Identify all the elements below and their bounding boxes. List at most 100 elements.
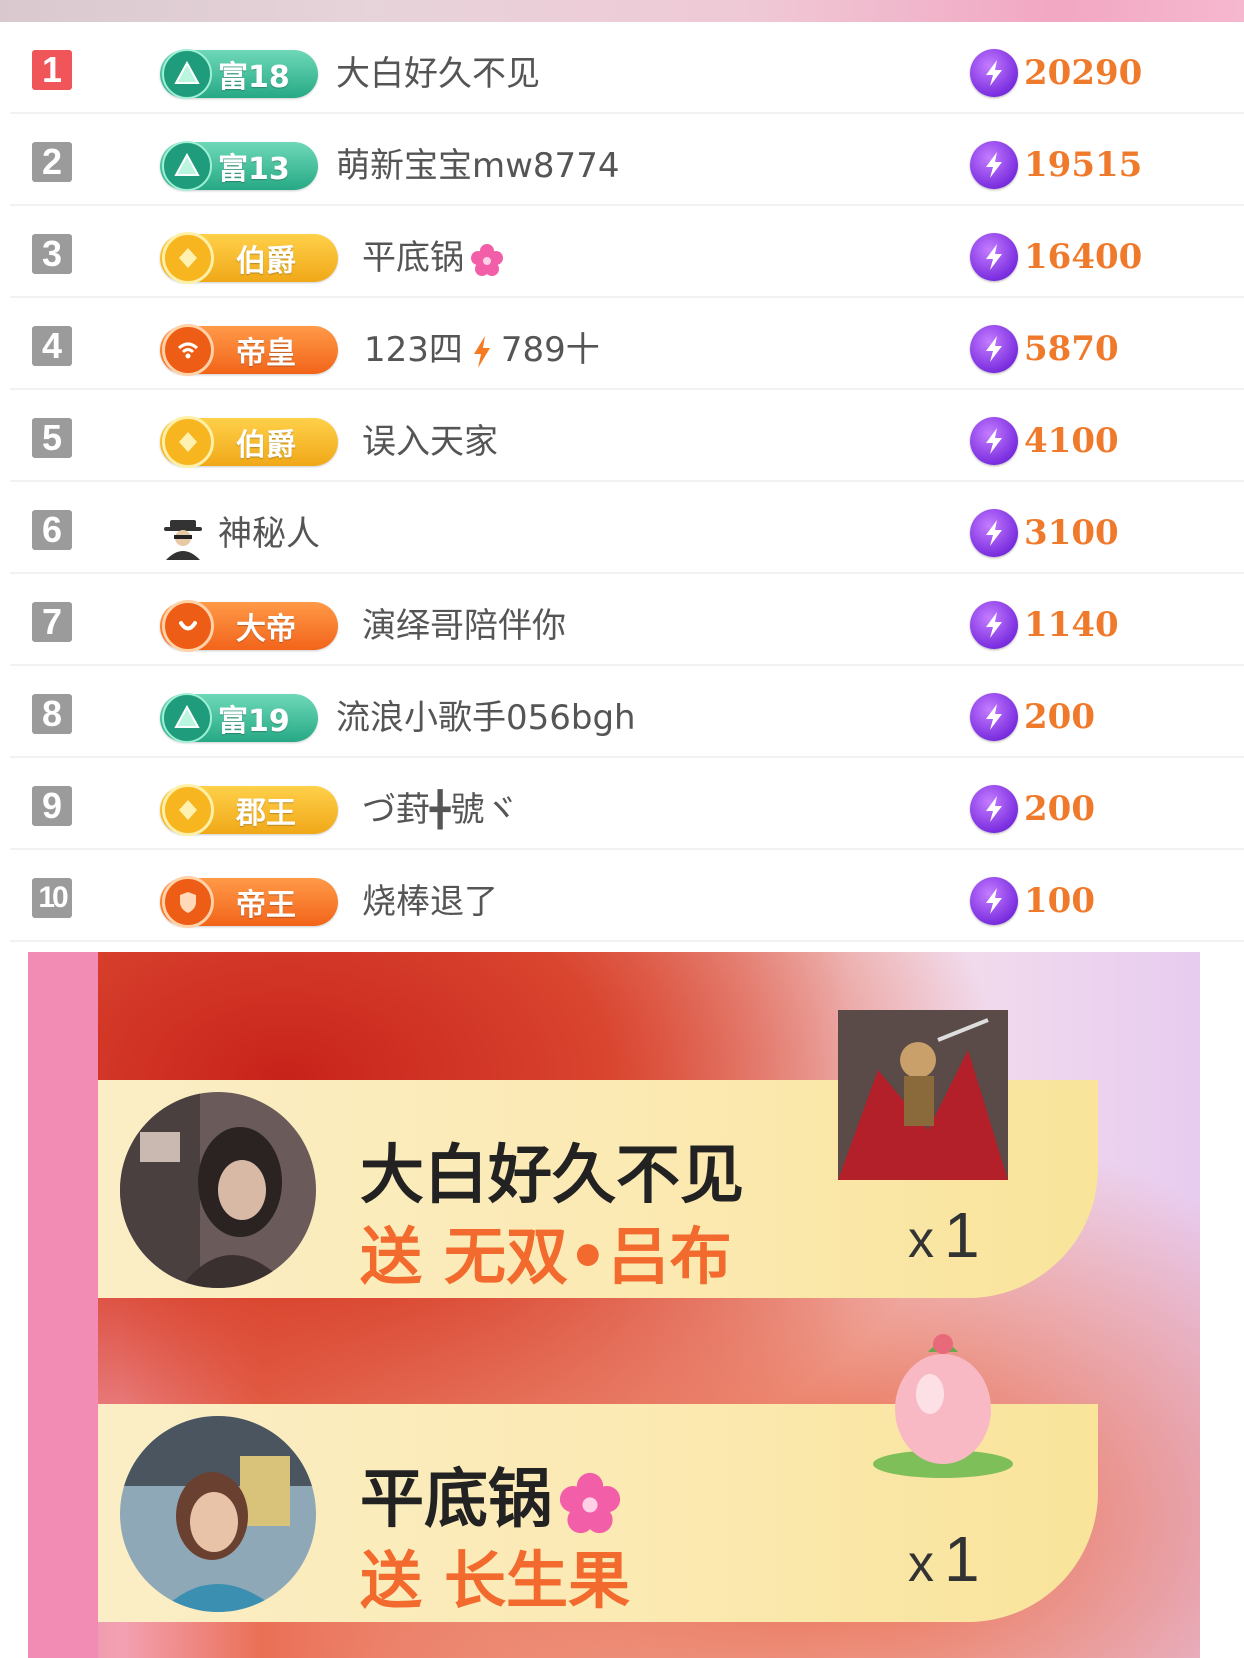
lubu-warrior-icon [838, 1010, 1008, 1180]
noble-badge: 伯爵 [160, 416, 338, 468]
rank-number: 7 [32, 602, 72, 642]
triangle-icon [162, 693, 212, 743]
badge-label: 伯爵 [236, 428, 296, 463]
count-value: 1 [944, 1199, 980, 1271]
top-decor-strip [0, 0, 1244, 22]
wealth-level-badge: 富18 [160, 49, 318, 99]
rank-number: 6 [32, 510, 72, 550]
user-name-part: 123四 [364, 330, 463, 370]
gift-count: x1 [908, 1522, 980, 1596]
leaderboard-row[interactable]: 8 富19 流浪小歌手056bgh 200 [10, 666, 1244, 758]
user-name[interactable]: 萌新宝宝mw8774 [336, 142, 619, 190]
count-value: 1 [944, 1523, 980, 1595]
score-value: 16400 [1024, 237, 1143, 277]
score-value: 4100 [1024, 421, 1119, 461]
wealth-level-badge: 富13 [160, 141, 318, 191]
lightning-coin-icon [970, 325, 1018, 373]
badge-label: 富13 [218, 152, 290, 187]
leaderboard-row[interactable]: 3 伯爵 平底锅 16400 [10, 206, 1244, 298]
wifi-icon [162, 324, 214, 376]
user-name[interactable]: 平底锅 [362, 234, 504, 282]
badge-label: 帝王 [236, 888, 296, 923]
leaderboard-row[interactable]: 7 大帝 演绎哥陪伴你 1140 [10, 574, 1244, 666]
gift-notification[interactable]: 平底锅 送长生果 x1 [98, 1334, 1098, 1622]
gem-icon [162, 784, 214, 836]
score: 4100 [970, 416, 1119, 466]
score-value: 3100 [1024, 513, 1119, 553]
score: 200 [970, 692, 1095, 742]
lightning-coin-icon [970, 601, 1018, 649]
rank-number: 10 [32, 878, 72, 918]
gift-name: 长生果 [444, 1544, 631, 1617]
score: 3100 [970, 508, 1119, 558]
smile-icon [162, 600, 214, 652]
score-value: 20290 [1024, 53, 1143, 93]
badge-label: 富19 [218, 704, 290, 739]
user-name-part: 789十 [500, 330, 600, 370]
leaderboard-row[interactable]: 2 富13 萌新宝宝mw8774 19515 [10, 114, 1244, 206]
shield-icon [162, 876, 214, 928]
score: 1140 [970, 600, 1119, 650]
gift-verb: 送 [360, 1220, 423, 1293]
badge-label: 伯爵 [236, 244, 296, 279]
score: 200 [970, 784, 1095, 834]
triangle-icon [162, 49, 212, 99]
gem-icon [162, 232, 214, 284]
noble-badge: 郡王 [160, 784, 338, 836]
flower-icon [471, 243, 503, 276]
gift-notification[interactable]: 大白好久不见 送无双•吕布 x1 [98, 1010, 1098, 1298]
user-name[interactable]: 烧棒退了 [362, 878, 498, 926]
gem-icon [162, 416, 214, 468]
lightning-coin-icon [970, 509, 1018, 557]
user-name[interactable]: 误入天家 [362, 418, 498, 466]
lightning-coin-icon [970, 693, 1018, 741]
gift-verb: 送 [360, 1544, 423, 1617]
gift-name: 无双•吕布 [444, 1220, 732, 1293]
flower-icon [559, 1473, 621, 1534]
lightning-icon [473, 335, 490, 368]
noble-badge: 帝皇 [160, 324, 338, 376]
badge-label: 郡王 [236, 796, 296, 831]
peach-fruit-icon [873, 1334, 1013, 1478]
gift-description: 送无双•吕布 [360, 1206, 732, 1296]
lightning-coin-icon [970, 877, 1018, 925]
lightning-coin-icon [970, 141, 1018, 189]
mystery-person-icon [164, 520, 202, 560]
leaderboard-row[interactable]: 9 郡王 づ葑╋號ヾ 200 [10, 758, 1244, 850]
count-prefix: x [908, 1535, 934, 1593]
score: 100 [970, 876, 1095, 926]
user-name-text: 平底锅 [362, 238, 464, 278]
score: 19515 [970, 140, 1142, 190]
lightning-coin-icon [970, 785, 1018, 833]
leaderboard-row[interactable]: 1 富18 大白好久不见 20290 [10, 22, 1244, 114]
lightning-coin-icon [970, 233, 1018, 281]
count-prefix: x [908, 1211, 934, 1269]
leaderboard-row[interactable]: 5 伯爵 误入天家 4100 [10, 390, 1244, 482]
rank-number: 8 [32, 694, 72, 734]
score-value: 200 [1024, 697, 1095, 737]
leaderboard-row[interactable]: 6 神秘人 3100 [10, 482, 1244, 574]
score-value: 200 [1024, 789, 1095, 829]
rank-number: 1 [32, 50, 72, 90]
user-name[interactable]: 神秘人 [218, 510, 320, 558]
avatar[interactable] [120, 1416, 316, 1612]
avatar[interactable] [120, 1092, 316, 1288]
lightning-coin-icon [970, 417, 1018, 465]
leaderboard-row[interactable]: 10 帝王 烧棒退了 100 [10, 850, 1244, 942]
rank-number: 2 [32, 142, 72, 182]
sender-name: 大白好久不见 [360, 1139, 744, 1213]
user-name[interactable]: 演绎哥陪伴你 [362, 602, 566, 650]
sender-name: 平底锅 [360, 1448, 622, 1540]
user-name[interactable]: 123四 789十 [364, 326, 600, 374]
rank-number: 4 [32, 326, 72, 366]
rank-number: 5 [32, 418, 72, 458]
gift-count: x1 [908, 1198, 980, 1272]
user-name[interactable]: 流浪小歌手056bgh [336, 694, 636, 742]
noble-badge: 伯爵 [160, 232, 338, 284]
badge-label: 帝皇 [236, 336, 296, 371]
user-name[interactable]: づ葑╋號ヾ [362, 786, 518, 834]
leaderboard-row[interactable]: 4 帝皇 123四 789十 5870 [10, 298, 1244, 390]
user-name[interactable]: 大白好久不见 [336, 50, 540, 98]
noble-badge: 大帝 [160, 600, 338, 652]
score-value: 19515 [1024, 145, 1143, 185]
